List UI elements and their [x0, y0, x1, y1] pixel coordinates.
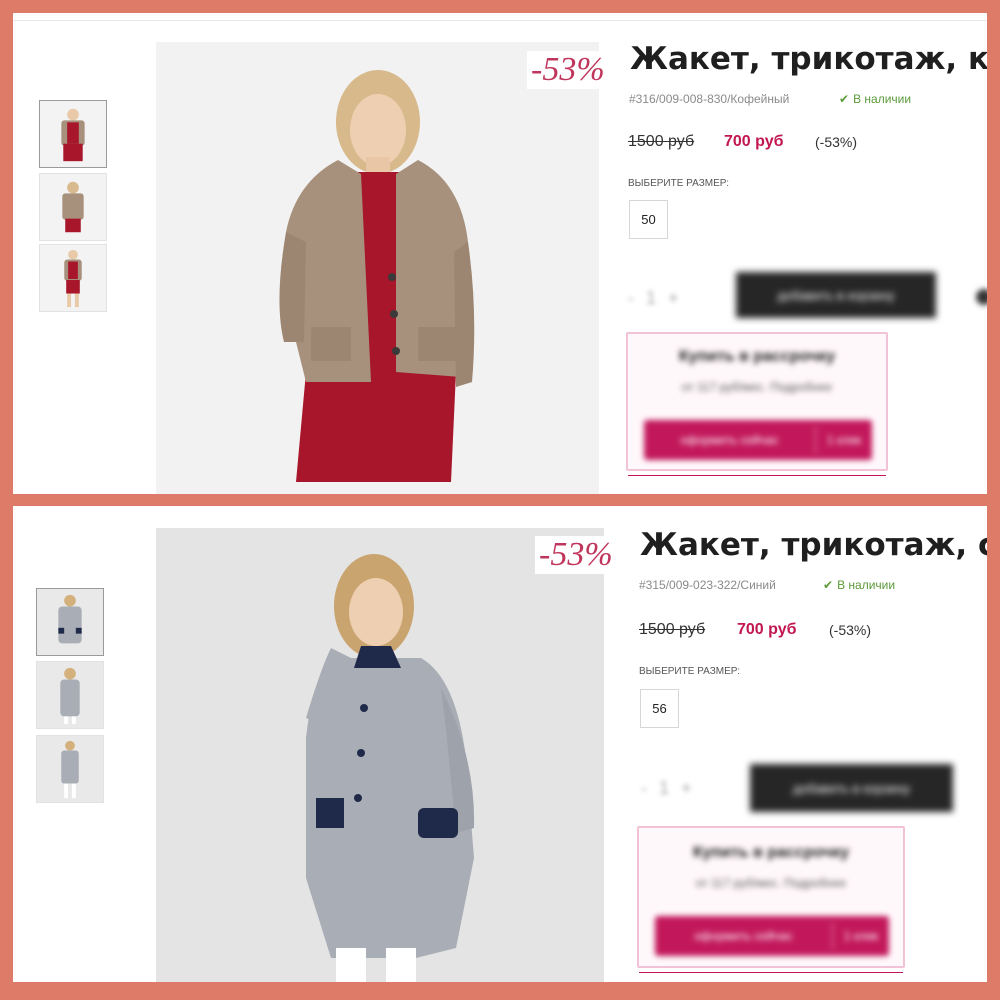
- new-price: 700 руб: [737, 621, 797, 638]
- qty-plus-button[interactable]: +: [668, 288, 679, 309]
- add-to-cart-button[interactable]: добавить в корзину: [736, 272, 936, 318]
- one-click-button[interactable]: 1 клик: [833, 929, 889, 943]
- installment-title: Купить в рассрочку: [678, 348, 836, 365]
- heart-icon[interactable]: [976, 289, 987, 305]
- old-price: 1500 руб: [628, 133, 695, 150]
- stock-status: ✔ В наличии: [839, 92, 911, 106]
- thumbnail-full[interactable]: [39, 244, 107, 312]
- discount-percent: (-53%): [815, 134, 858, 150]
- installment-box: Купить в рассрочку от 117 руб/мес. Подро…: [637, 826, 905, 968]
- installment-button[interactable]: оформить сейчас 1 клик: [644, 420, 872, 460]
- new-price: 700 руб: [724, 133, 784, 150]
- old-price: 1500 руб: [639, 621, 706, 638]
- divider: [13, 20, 987, 21]
- discount-badge: -53%: [527, 51, 609, 89]
- qty-value[interactable]: 1: [646, 288, 656, 309]
- installment-button[interactable]: оформить сейчас 1 клик: [655, 916, 889, 956]
- qty-minus-button[interactable]: -: [641, 778, 647, 799]
- discount-percent: (-53%): [829, 622, 872, 638]
- check-icon: ✔: [839, 92, 850, 106]
- stock-status-label: В наличии: [837, 578, 896, 592]
- thumbnail-side[interactable]: [39, 173, 107, 241]
- product-photo: [156, 528, 604, 982]
- product-card-jacket-blue: -53% Жакет, трикотаж, с #315/009-023-322…: [13, 506, 987, 982]
- thumbnail-front[interactable]: [36, 588, 104, 656]
- qty-minus-button[interactable]: -: [628, 288, 634, 309]
- thumbnail-side[interactable]: [36, 661, 104, 729]
- size-label: ВЫБЕРИТЕ РАЗМЕР:: [628, 178, 729, 189]
- divider: [628, 475, 886, 476]
- size-option-50[interactable]: 50: [629, 200, 668, 239]
- quantity-stepper[interactable]: - 1 +: [628, 284, 718, 312]
- stock-status-label: В наличии: [853, 92, 912, 106]
- size-label: ВЫБЕРИТЕ РАЗМЕР:: [639, 666, 740, 677]
- check-icon: ✔: [823, 578, 834, 592]
- divider: [639, 972, 903, 973]
- size-option-56[interactable]: 56: [640, 689, 679, 728]
- product-sku: #316/009-008-830/Кофейный: [629, 92, 790, 106]
- installment-subtitle[interactable]: от 117 руб/мес. Подробнее: [628, 380, 886, 394]
- product-card-jacket-coffee: -53% Жакет, трикотаж, к #316/009-008-830…: [13, 13, 987, 494]
- thumbnail-front[interactable]: [39, 100, 107, 168]
- qty-plus-button[interactable]: +: [681, 778, 692, 799]
- qty-value[interactable]: 1: [659, 778, 669, 799]
- installment-box: Купить в рассрочку от 117 руб/мес. Подро…: [626, 332, 888, 471]
- installment-button-label[interactable]: оформить сейчас: [655, 929, 832, 943]
- discount-badge: -53%: [535, 536, 617, 574]
- quantity-stepper[interactable]: - 1 +: [641, 774, 731, 802]
- one-click-button[interactable]: 1 клик: [816, 433, 872, 447]
- add-to-cart-button[interactable]: добавить в корзину: [750, 764, 953, 812]
- installment-subtitle[interactable]: от 117 руб/мес. Подробнее: [639, 876, 903, 890]
- product-title: Жакет, трикотаж, к: [630, 41, 987, 77]
- product-sku: #315/009-023-322/Синий: [639, 578, 776, 592]
- product-photo: [156, 42, 599, 494]
- thumbnail-full[interactable]: [36, 735, 104, 803]
- installment-title: Купить в рассрочку: [692, 844, 850, 861]
- product-title: Жакет, трикотаж, с: [640, 527, 987, 563]
- stock-status: ✔ В наличии: [823, 578, 895, 592]
- installment-button-label[interactable]: оформить сейчас: [644, 433, 815, 447]
